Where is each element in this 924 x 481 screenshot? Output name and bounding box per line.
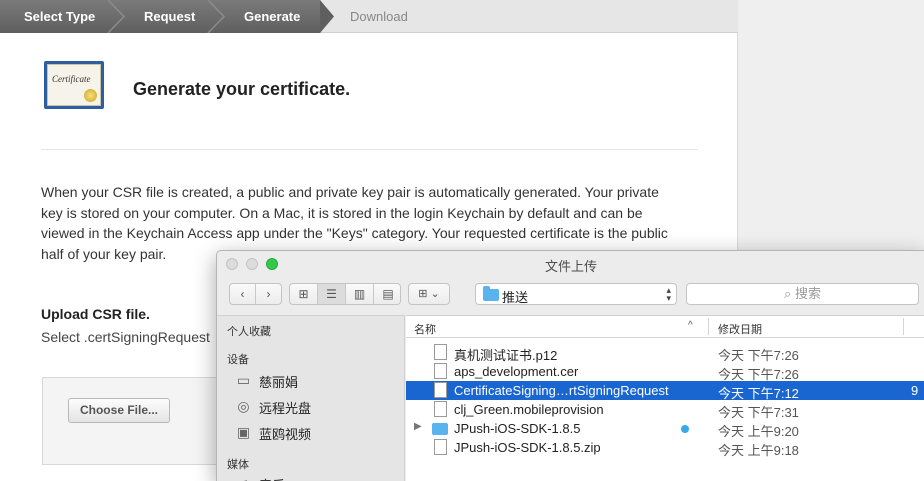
file-name: clj_Green.mobileprovision (454, 402, 604, 417)
file-row[interactable]: ▶ JPush-iOS-SDK-1.8.5 今天 上午9:20 (406, 419, 924, 439)
sidebar-header-devices: 设备 (227, 354, 249, 366)
arrange-icon[interactable]: ⊞ ⌄ (408, 283, 450, 305)
file-size-partial: 9 (911, 383, 919, 398)
search-icon: ⌕ (784, 286, 792, 301)
file-list-header: 名称 ^ 修改日期 (406, 316, 924, 338)
sidebar-item-label: 慈丽娟 (259, 375, 299, 390)
coverflow-view-icon[interactable]: ▤ (374, 284, 402, 304)
sidebar-item-label: 蓝鸥视频 (259, 427, 312, 442)
back-icon[interactable]: ‹ (230, 284, 256, 304)
sidebar-item-label: 音乐 (259, 475, 285, 481)
file-name: JPush-iOS-SDK-1.8.5 (454, 421, 581, 436)
path-label: 推送 (502, 290, 529, 305)
step-chevrons (107, 0, 334, 33)
dialog-titlebar: 文件上传 (217, 251, 924, 275)
popup-arrows-icon: ▴ ▾ (666, 285, 671, 303)
file-name: aps_development.cer (454, 364, 579, 379)
file-row[interactable]: clj_Green.mobileprovision 今天 下午7:31 (406, 400, 924, 420)
folder-icon (483, 286, 499, 301)
disclosure-triangle-icon[interactable]: ▶ (414, 421, 422, 432)
nav-buttons: ‹ › (229, 283, 282, 305)
step-download: Download (326, 0, 466, 33)
step-bar: Select Type Request Generate Download (0, 0, 738, 33)
search-placeholder: 搜索 (794, 286, 821, 301)
certificate-icon: Certificate (44, 61, 104, 109)
list-view-icon[interactable]: ☰ (318, 284, 346, 304)
sidebar: 个人收藏 设备 ▭ 慈丽娟 ◎ 远程光盘 ▣ 蓝鸥视频 媒体 ♫ 音乐 (217, 315, 405, 481)
disc-icon: ◎ (237, 398, 250, 414)
file-date: 今天 上午9:18 (718, 443, 799, 458)
upload-title: Upload CSR file. (41, 306, 150, 322)
sidebar-header-favorites: 个人收藏 (227, 326, 271, 338)
zip-archive-icon (434, 439, 447, 455)
column-divider[interactable] (708, 318, 709, 335)
folder-icon (432, 423, 448, 435)
step-label: Download (350, 9, 408, 24)
search-input[interactable]: ⌕ 搜索 (686, 283, 919, 305)
upload-subtitle: Select .certSigningRequest (41, 329, 210, 345)
sort-ascending-icon: ^ (688, 320, 693, 331)
document-icon (434, 344, 447, 360)
file-row[interactable]: aps_development.cer 今天 下午7:26 (406, 362, 924, 382)
music-icon: ♫ (235, 475, 252, 481)
file-row-selected[interactable]: CertificateSigning…rtSigningRequest 今天 下… (406, 381, 924, 401)
file-upload-dialog: 文件上传 ‹ › ⊞ ☰ ▥ ▤ ⊞ ⌄ 推送 ▴ ▾ ⌕ 搜索 个人收藏 设备 … (216, 250, 924, 481)
dialog-title: 文件上传 (544, 259, 597, 274)
file-list: 名称 ^ 修改日期 真机测试证书.p12 今天 下午7:26 aps_devel… (406, 315, 924, 481)
certificate-icon-text: Certificate (52, 74, 91, 84)
file-name: JPush-iOS-SDK-1.8.5.zip (454, 440, 601, 455)
view-mode-buttons: ⊞ ☰ ▥ ▤ (289, 283, 401, 305)
column-header-date[interactable]: 修改日期 (718, 321, 762, 337)
file-name: CertificateSigning…rtSigningRequest (454, 383, 669, 398)
file-row[interactable]: JPush-iOS-SDK-1.8.5.zip 今天 上午9:18 (406, 438, 924, 458)
page-title: Generate your certificate. (133, 79, 351, 99)
file-row[interactable]: 真机测试证书.p12 今天 下午7:26 (406, 343, 924, 363)
path-popup[interactable]: 推送 ▴ ▾ (475, 283, 677, 305)
hard-drive-icon: ▭ (236, 372, 251, 388)
external-drive-icon: ▣ (236, 424, 251, 440)
choose-file-button[interactable]: Choose File... (68, 398, 170, 423)
sidebar-header-media: 媒体 (227, 459, 249, 471)
divider (41, 149, 698, 150)
tag-dot-icon (681, 425, 689, 433)
icon-view-icon[interactable]: ⊞ (290, 284, 318, 304)
document-icon (434, 382, 447, 398)
column-header-name[interactable]: 名称 (414, 321, 436, 337)
document-icon (434, 363, 447, 379)
sidebar-item-label: 远程光盘 (259, 401, 312, 416)
forward-icon[interactable]: › (256, 284, 281, 304)
column-view-icon[interactable]: ▥ (346, 284, 374, 304)
provisioning-profile-icon (434, 401, 447, 417)
seal-icon (84, 89, 97, 102)
column-divider[interactable] (903, 318, 904, 335)
